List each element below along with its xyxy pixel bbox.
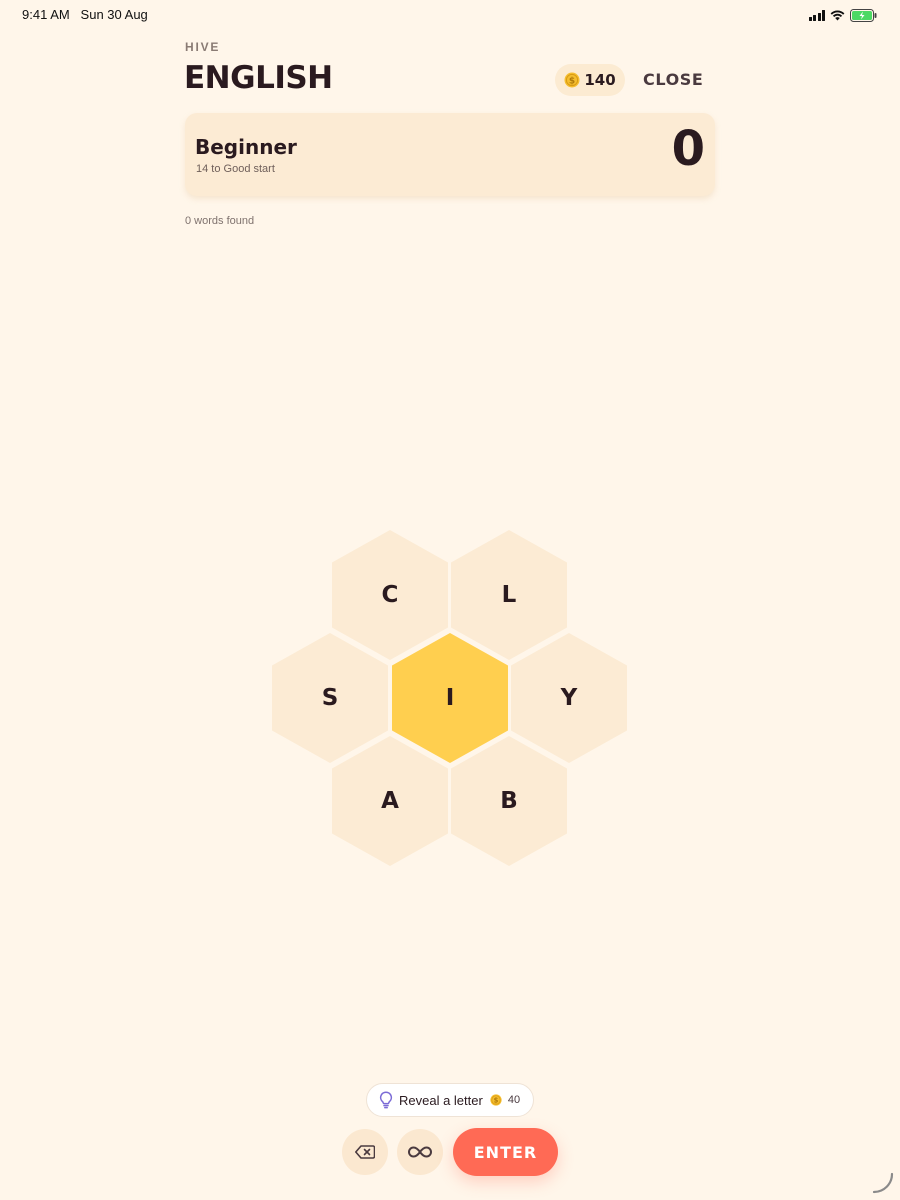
corner-handle-icon — [872, 1172, 894, 1194]
backspace-icon — [355, 1145, 375, 1159]
coins-balance[interactable]: $ 140 — [555, 64, 625, 96]
coin-icon: $ — [564, 72, 580, 88]
coin-icon: $ — [490, 1094, 502, 1106]
hex-letter: Y — [560, 685, 578, 711]
reveal-label: Reveal a letter — [399, 1092, 483, 1108]
words-found-count[interactable]: 0 words found — [185, 215, 254, 227]
hex-letter: A — [381, 788, 399, 814]
enter-button[interactable]: ENTER — [453, 1128, 558, 1176]
status-date-text: Sun 30 Aug — [80, 7, 148, 22]
status-indicators — [808, 8, 879, 22]
infinity-icon — [408, 1146, 432, 1158]
hex-bottom-right[interactable]: B — [451, 736, 567, 866]
score-value: 0 — [671, 121, 705, 177]
rank-card: Beginner 14 to Good start 0 — [185, 113, 715, 196]
rank-progress-text: 14 to Good start — [196, 163, 275, 175]
hex-right[interactable]: Y — [511, 633, 627, 763]
hex-letter: S — [321, 685, 339, 711]
delete-button[interactable] — [342, 1129, 388, 1175]
hex-letter: L — [501, 582, 517, 608]
close-button[interactable]: CLOSE — [643, 70, 703, 89]
hex-center[interactable]: I — [392, 633, 508, 763]
hex-letter: C — [381, 582, 399, 608]
wifi-icon — [830, 10, 845, 20]
svg-text:$: $ — [493, 1096, 498, 1104]
lightbulb-icon — [379, 1091, 393, 1109]
page-title: ENGLISH — [184, 60, 333, 96]
hex-letter: I — [445, 685, 455, 711]
status-bar: 9:41 AM Sun 30 Aug — [0, 0, 900, 30]
signal-icon — [808, 9, 825, 21]
reveal-cost: 40 — [507, 1094, 521, 1106]
hex-bottom-left[interactable]: A — [332, 736, 448, 866]
rank-title: Beginner — [195, 135, 297, 159]
hex-left[interactable]: S — [272, 633, 388, 763]
shuffle-button[interactable] — [397, 1129, 443, 1175]
svg-text:$: $ — [569, 76, 575, 86]
battery-icon — [850, 8, 877, 22]
hex-letter: B — [500, 788, 518, 814]
enter-label: ENTER — [473, 1142, 538, 1162]
status-time-text: 9:41 AM — [22, 7, 70, 22]
mode-eyebrow: HIVE — [185, 40, 221, 54]
coin-count: 140 — [584, 71, 616, 89]
hex-top-right[interactable]: L — [451, 530, 567, 660]
status-time: 9:41 AM Sun 30 Aug — [22, 7, 148, 22]
hex-top-left[interactable]: C — [332, 530, 448, 660]
reveal-letter-button[interactable]: Reveal a letter $ 40 — [366, 1083, 534, 1117]
